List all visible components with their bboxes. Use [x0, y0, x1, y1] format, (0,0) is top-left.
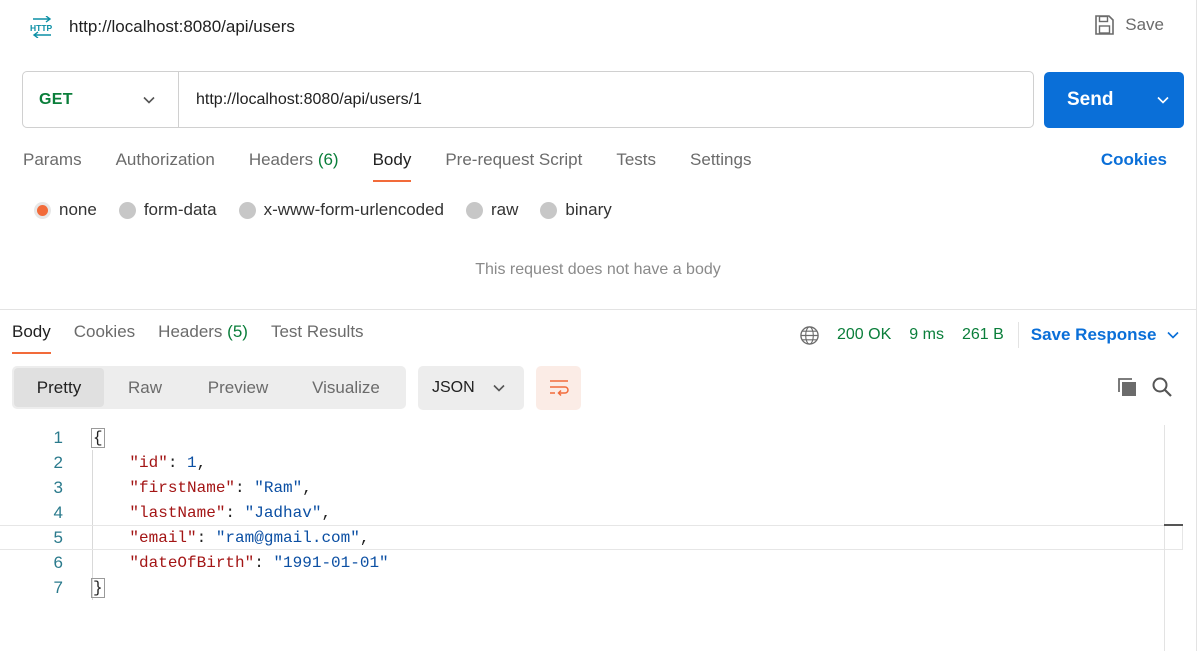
view-mode-segment: Pretty Raw Preview Visualize	[12, 366, 406, 409]
chevron-down-icon[interactable]	[1156, 93, 1170, 107]
view-raw-button[interactable]: Raw	[104, 368, 186, 407]
tab-authorization[interactable]: Authorization	[116, 150, 215, 182]
method-select[interactable]: GET	[23, 72, 179, 127]
radio-none[interactable]: none	[34, 200, 97, 220]
line-number: 6	[53, 552, 63, 572]
radio-indicator	[34, 201, 51, 219]
radio-label: x-www-form-urlencoded	[263, 200, 445, 219]
format-label: JSON	[432, 379, 475, 396]
code-text: "firstName": "Ram",	[129, 478, 312, 497]
save-icon	[1095, 15, 1115, 35]
scrollbar-marker	[1164, 524, 1183, 526]
response-headers-count: (5)	[227, 322, 248, 341]
view-pretty-button[interactable]: Pretty	[14, 368, 104, 407]
save-response-label: Save Response	[1030, 325, 1157, 344]
matched-brace: {	[91, 427, 105, 448]
empty-body-message: This request does not have a body	[475, 261, 721, 278]
radio-indicator	[118, 201, 136, 219]
code-text: "dateOfBirth": "1991-01-01"	[129, 553, 389, 572]
radio-label: raw	[491, 200, 519, 219]
code-text: "lastName": "Jadhav",	[129, 503, 332, 522]
radio-raw[interactable]: raw	[466, 200, 518, 220]
tab-pre-request-script[interactable]: Pre-request Script	[445, 150, 582, 182]
response-tabs: Body Cookies Headers (5) Test Results	[12, 322, 387, 354]
url-bar: GET	[22, 71, 1034, 128]
tab-response-body[interactable]: Body	[12, 322, 51, 354]
tab-response-headers-label: Headers	[158, 322, 223, 341]
code-line: 3 "firstName": "Ram",	[0, 475, 1183, 500]
code-text: "id": 1,	[129, 453, 207, 472]
tab-response-headers[interactable]: Headers (5)	[158, 322, 248, 354]
tab-body[interactable]: Body	[372, 150, 411, 182]
method-label: GET	[39, 90, 73, 108]
tab-settings[interactable]: Settings	[690, 150, 751, 182]
save-response-button[interactable]: Save Response	[1031, 325, 1181, 345]
tab-params[interactable]: Params	[23, 150, 82, 182]
pane-divider[interactable]	[0, 309, 1196, 310]
code-line: 1 {	[0, 425, 1183, 450]
chevron-down-icon	[493, 384, 505, 392]
matched-brace: }	[91, 577, 105, 598]
chevron-down-icon	[143, 96, 155, 104]
response-time[interactable]: 9 ms	[909, 326, 944, 344]
save-label: Save	[1125, 15, 1164, 34]
pane-edge	[1196, 0, 1197, 651]
line-number: 5	[53, 527, 63, 547]
radio-indicator	[466, 201, 484, 219]
send-button[interactable]: Send	[1044, 72, 1184, 128]
cookies-link[interactable]: Cookies	[1101, 150, 1167, 170]
radio-label: binary	[565, 200, 612, 219]
radio-indicator	[238, 201, 256, 219]
view-preview-button[interactable]: Preview	[186, 368, 290, 407]
radio-form-data[interactable]: form-data	[118, 200, 217, 220]
tab-test-results[interactable]: Test Results	[271, 322, 364, 354]
tab-tests[interactable]: Tests	[616, 150, 656, 182]
radio-x-www-form-urlencoded[interactable]: x-www-form-urlencoded	[238, 200, 445, 220]
radio-label: none	[59, 200, 97, 219]
format-dropdown[interactable]: JSON	[418, 366, 524, 410]
request-tabs: Params Authorization Headers (6) Body Pr…	[23, 150, 785, 182]
globe-icon[interactable]	[799, 325, 820, 346]
headers-count: (6)	[317, 150, 339, 169]
svg-text:HTTP: HTTP	[30, 23, 53, 33]
code-text: {	[91, 427, 105, 448]
chevron-down-icon	[1167, 331, 1180, 339]
code-line: 2 "id": 1,	[0, 450, 1183, 475]
tab-headers-label: Headers	[248, 150, 314, 169]
line-number: 4	[53, 502, 63, 522]
line-number: 2	[53, 452, 63, 472]
line-number: 1	[53, 427, 63, 447]
wrap-lines-icon	[549, 380, 569, 397]
tab-response-cookies[interactable]: Cookies	[74, 322, 135, 354]
view-visualize-button[interactable]: Visualize	[290, 368, 402, 407]
request-title[interactable]: http://localhost:8080/api/users	[69, 17, 295, 37]
body-type-options: none form-data x-www-form-urlencoded raw…	[34, 200, 634, 220]
response-size[interactable]: 261 B	[962, 326, 1004, 344]
search-icon[interactable]	[1151, 376, 1173, 398]
tab-headers[interactable]: Headers (6)	[249, 150, 339, 182]
code-line: 4 "lastName": "Jadhav",	[0, 500, 1183, 525]
code-text: "email": "ram@gmail.com",	[129, 528, 370, 547]
wrap-lines-button[interactable]	[536, 366, 581, 410]
request-header: HTTP http://localhost:8080/api/users Sav…	[0, 0, 1200, 56]
line-number: 3	[53, 477, 63, 497]
response-body-editor[interactable]: 1 { 2 "id": 1, 3 "firstName": "Ram", 4 "…	[0, 425, 1196, 651]
code-line: 7 }	[0, 575, 1183, 600]
save-button[interactable]: Save	[1093, 14, 1164, 36]
line-number: 7	[53, 577, 63, 597]
code-line-active: 5 "email": "ram@gmail.com",	[0, 525, 1183, 550]
http-icon: HTTP	[29, 15, 55, 39]
url-input[interactable]	[179, 72, 1033, 127]
response-meta: 200 OK 9 ms 261 B Save Response	[799, 322, 1180, 348]
radio-indicator	[540, 201, 558, 219]
code-text: }	[91, 577, 105, 598]
meta-separator	[1017, 322, 1019, 348]
copy-icon[interactable]	[1116, 376, 1138, 398]
code-line: 6 "dateOfBirth": "1991-01-01"	[0, 550, 1183, 575]
status-code[interactable]: 200 OK	[837, 326, 891, 344]
radio-binary[interactable]: binary	[540, 200, 612, 220]
radio-label: form-data	[143, 200, 217, 219]
send-label: Send	[1067, 89, 1114, 110]
editor-scrollbar[interactable]	[1164, 425, 1165, 651]
